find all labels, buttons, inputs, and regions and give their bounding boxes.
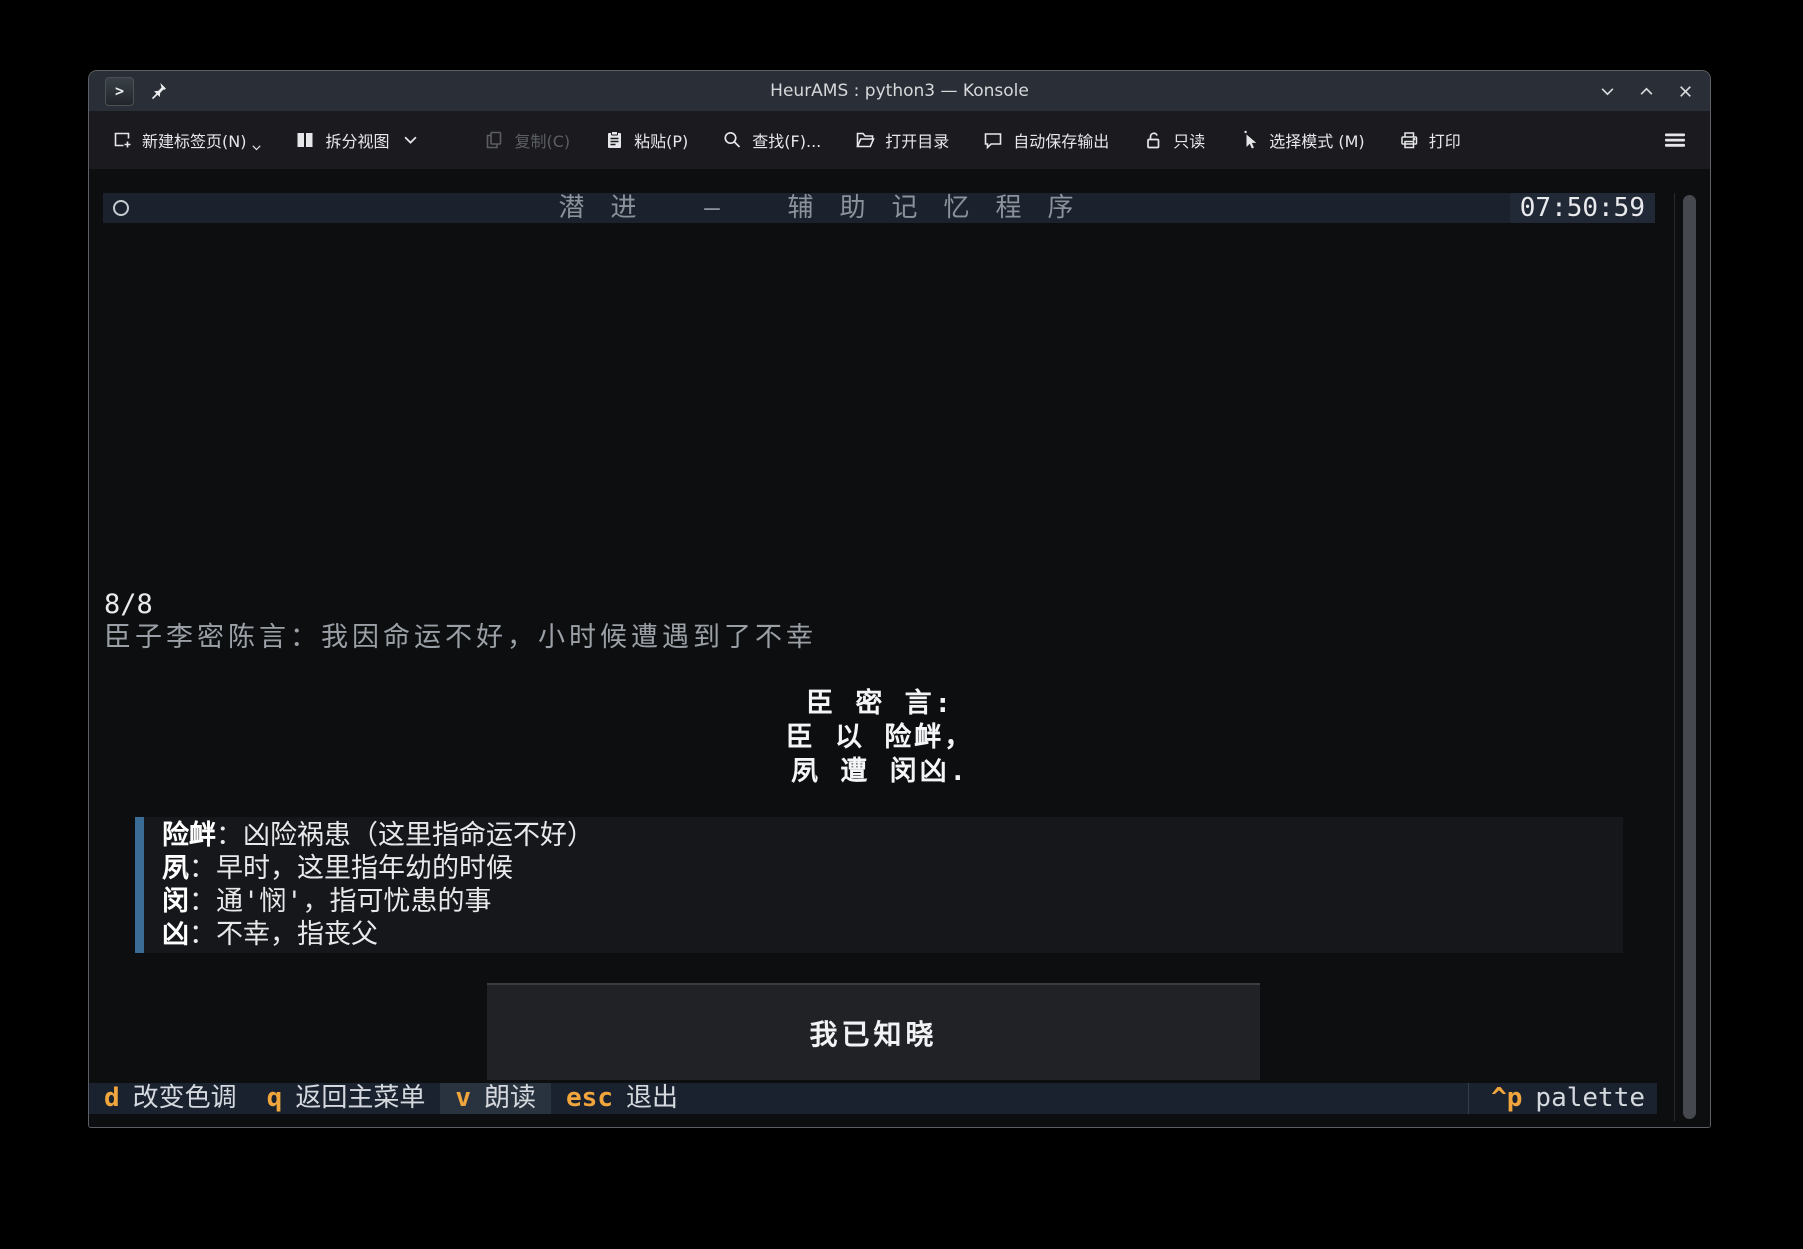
split-view-button[interactable]: 拆分视图 [294, 128, 417, 152]
key-label: esc [566, 1083, 613, 1114]
app-icon-glyph: > [115, 82, 124, 100]
tui-header-title: 潜进 – 辅助记忆程序 [223, 193, 1435, 223]
translation-hint: 臣子李密陈言：我因命运不好，小时候遭遇到了不幸 [104, 621, 817, 655]
window-controls [1598, 82, 1694, 100]
palette-key-label: ^p [1491, 1083, 1522, 1114]
new-tab-button[interactable]: 新建标签页(N) [111, 128, 261, 152]
annotation-definition: ：凶险祸患（这里指命运不好） [216, 820, 594, 851]
paste-button[interactable]: 粘贴(P) [603, 128, 688, 152]
konsole-window: > HeurAMS : python3 — Konsole [88, 70, 1711, 1128]
hamburger-menu-icon[interactable] [1662, 129, 1688, 151]
footer-key-quit[interactable]: esc 退出 [551, 1083, 693, 1114]
folder-icon [854, 129, 876, 151]
key-label: d [104, 1083, 120, 1114]
new-tab-icon [111, 129, 133, 151]
annotation-definition: ：通'悯'，指可忧患的事 [189, 886, 492, 917]
terminal-viewport: 潜进 – 辅助记忆程序 07:50:59 8/8 臣子李密陈言：我因命运不好，小… [89, 169, 1710, 1127]
key-description: 朗读 [484, 1083, 536, 1114]
open-directory-button[interactable]: 打开目录 [854, 128, 949, 152]
chevron-down-icon [404, 136, 417, 145]
annotation-term: 闵 [162, 886, 189, 917]
paste-icon [603, 129, 625, 151]
paste-label: 粘贴(P) [634, 128, 688, 152]
annotation-line: 闵：通'悯'，指可忧患的事 [162, 885, 1623, 918]
tui-header: 潜进 – 辅助记忆程序 07:50:59 [103, 193, 1655, 223]
autosave-output-label: 自动保存输出 [1013, 128, 1109, 152]
footer-key-read-aloud[interactable]: v 朗读 [440, 1083, 551, 1114]
key-label: q [267, 1083, 283, 1114]
minimize-icon[interactable] [1598, 82, 1616, 100]
progress-counter: 8/8 [104, 589, 153, 621]
annotation-term: 夙 [162, 853, 189, 884]
palette-description: palette [1535, 1083, 1645, 1114]
printer-icon [1398, 129, 1420, 151]
scrollbar-track[interactable] [1674, 193, 1707, 1121]
key-label: v [455, 1083, 471, 1114]
annotation-term: 凶 [162, 919, 189, 950]
open-directory-label: 打开目录 [885, 128, 949, 152]
cursor-icon [1238, 129, 1260, 151]
output-bubble-icon [982, 129, 1004, 151]
titlebar: > HeurAMS : python3 — Konsole [89, 71, 1710, 111]
annotation-line: 凶：不幸，指丧父 [162, 918, 1623, 951]
find-button[interactable]: 查找(F)... [721, 128, 821, 152]
select-mode-label: 选择模式 (M) [1269, 128, 1364, 152]
verse-line: 臣 密 言: [135, 687, 1625, 721]
konsole-app-icon[interactable]: > [105, 77, 134, 106]
split-view-icon [294, 129, 316, 151]
scrollbar-thumb[interactable] [1683, 195, 1696, 1119]
read-only-button[interactable]: 只读 [1142, 128, 1205, 152]
footer-key-main-menu[interactable]: q 返回主菜单 [252, 1083, 441, 1114]
maximize-icon[interactable] [1637, 82, 1655, 100]
chevron-down-icon [252, 145, 261, 151]
lock-open-icon [1142, 129, 1164, 151]
print-label: 打印 [1429, 128, 1461, 152]
select-mode-button[interactable]: 选择模式 (M) [1238, 128, 1364, 152]
key-description: 返回主菜单 [295, 1083, 425, 1114]
acknowledge-button[interactable]: 我已知晓 [487, 983, 1260, 1080]
pin-icon[interactable] [148, 81, 168, 101]
annotation-line: 险衅：凶险祸患（这里指命运不好） [162, 819, 1623, 852]
read-only-label: 只读 [1173, 128, 1205, 152]
header-circle-icon [113, 200, 129, 216]
copy-label: 复制(C) [514, 128, 570, 152]
split-view-label: 拆分视图 [325, 128, 389, 152]
search-icon [721, 129, 743, 151]
tui-clock: 07:50:59 [1510, 193, 1655, 223]
new-tab-label: 新建标签页(N) [142, 128, 246, 152]
close-icon[interactable] [1676, 82, 1694, 100]
annotation-definition: ：早时，这里指年幼的时候 [189, 853, 513, 884]
annotation-term: 险衅 [162, 820, 216, 851]
print-button[interactable]: 打印 [1398, 128, 1461, 152]
footer-palette[interactable]: ^p palette [1468, 1083, 1657, 1114]
copy-icon [483, 129, 505, 151]
key-description: 退出 [626, 1083, 678, 1114]
tui-footer: d 改变色调 q 返回主菜单 v 朗读 esc 退出 ^p palette [89, 1083, 1657, 1114]
window-title: HeurAMS : python3 — Konsole [289, 81, 1510, 101]
autosave-output-button[interactable]: 自动保存输出 [982, 128, 1109, 152]
key-description: 改变色调 [133, 1083, 237, 1114]
find-label: 查找(F)... [752, 128, 821, 152]
footer-key-change-theme[interactable]: d 改变色调 [89, 1083, 252, 1114]
annotation-line: 夙：早时，这里指年幼的时候 [162, 852, 1623, 885]
toolbar: 新建标签页(N) 拆分视图 [89, 111, 1710, 169]
copy-button: 复制(C) [483, 128, 570, 152]
verse-line: 臣 以 险衅， [135, 721, 1625, 755]
verse-block: 臣 密 言: 臣 以 险衅， 夙 遭 闵凶. [135, 687, 1625, 789]
annotation-definition: ：不幸，指丧父 [189, 919, 378, 950]
verse-line: 夙 遭 闵凶. [135, 755, 1625, 789]
annotation-box: 险衅：凶险祸患（这里指命运不好） 夙：早时，这里指年幼的时候 闵：通'悯'，指可… [135, 817, 1623, 953]
